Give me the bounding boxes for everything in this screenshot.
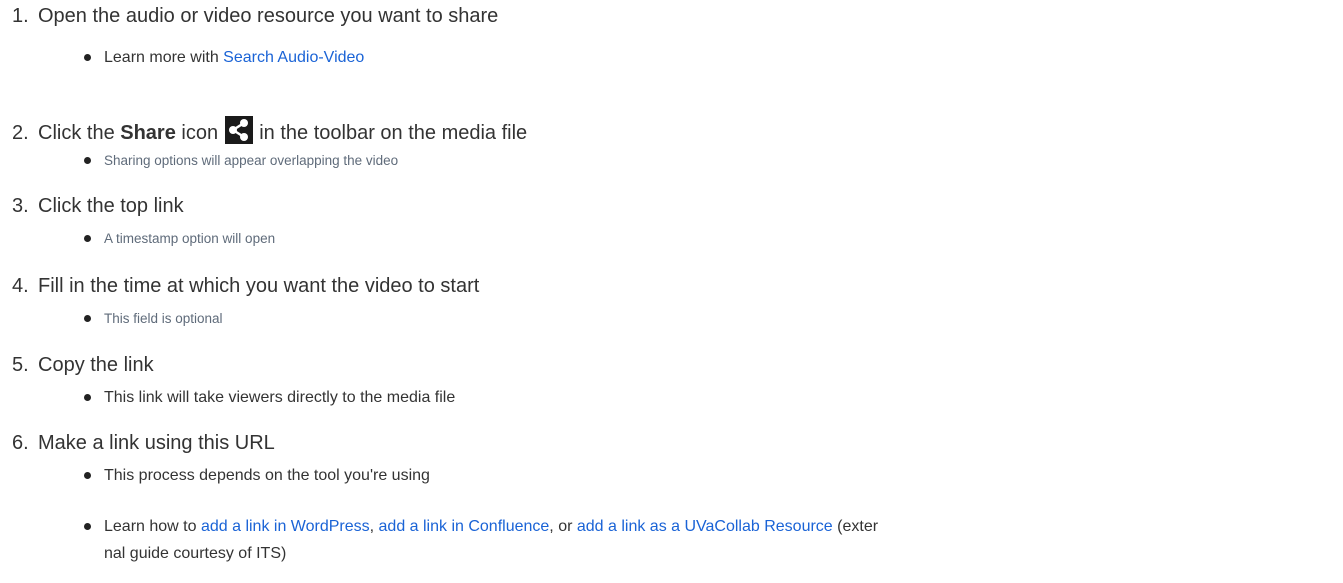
- step-text: Click the top link: [38, 195, 184, 217]
- step-6-bullet-1: This process depends on the tool you're …: [84, 465, 430, 487]
- uvacollab-resource-link[interactable]: add a link as a UVaCollab Resource: [577, 518, 833, 535]
- wordpress-link[interactable]: add a link in WordPress: [201, 518, 370, 535]
- step-5: 5. Copy the link: [12, 353, 154, 377]
- bullet-dot: [84, 315, 91, 322]
- step-text: Make a link using this URL: [38, 432, 275, 454]
- bullet-dot: [84, 394, 91, 401]
- confluence-link[interactable]: add a link in Confluence: [379, 518, 550, 535]
- step-4-bullet-1: This field is optional: [84, 309, 223, 329]
- bullet-text: Sharing options will appear overlapping …: [104, 153, 399, 168]
- step-number: 3.: [12, 195, 29, 217]
- bullet-dot: [84, 472, 91, 479]
- search-audio-video-link[interactable]: Search Audio-Video: [223, 49, 364, 66]
- bullet-text: This link will take viewers directly to …: [104, 389, 456, 406]
- bullet-suffix-text: (exter: [832, 518, 879, 535]
- step-2: 2. Click the Share icon in the toolbar on…: [12, 116, 527, 145]
- step-number: 6.: [12, 432, 29, 454]
- separator-text: , or: [549, 518, 577, 535]
- step-text: icon: [175, 122, 224, 144]
- step-1-bullet-1: Learn more with Search Audio-Video: [84, 47, 364, 69]
- bullet-text: This field is optional: [104, 311, 223, 326]
- share-label: Share: [120, 122, 176, 144]
- step-text: in the toolbar on the media file: [253, 122, 528, 144]
- share-icon: [224, 116, 253, 144]
- step-number: 4.: [12, 275, 29, 297]
- bullet-dot: [84, 523, 91, 530]
- step-2-bullet-1: Sharing options will appear overlapping …: [84, 151, 399, 171]
- step-3-bullet-1: A timestamp option will open: [84, 229, 276, 249]
- bullet-text: A timestamp option will open: [104, 231, 276, 246]
- step-6-bullet-2-continuation: nal guide courtesy of ITS): [104, 543, 286, 565]
- step-text: Click the: [38, 122, 121, 144]
- step-3: 3. Click the top link: [12, 194, 184, 218]
- step-1: 1. Open the audio or video resource you w…: [12, 4, 498, 28]
- bullet-dot: [84, 157, 91, 164]
- step-6-bullet-2: Learn how to add a link in WordPress, ad…: [84, 516, 879, 538]
- bullet-text: Learn more with: [104, 49, 224, 66]
- step-text: Fill in the time at which you want the v…: [38, 275, 480, 297]
- separator-text: ,: [369, 518, 379, 535]
- bullet-suffix-text: nal guide courtesy of ITS): [104, 545, 287, 562]
- step-text: Open the audio or video resource you wan…: [38, 5, 499, 27]
- step-6: 6. Make a link using this URL: [12, 431, 275, 455]
- step-number: 1.: [12, 5, 29, 27]
- step-5-bullet-1: This link will take viewers directly to …: [84, 387, 456, 409]
- step-4: 4. Fill in the time at which you want the…: [12, 274, 479, 298]
- bullet-dot: [84, 235, 91, 242]
- bullet-dot: [84, 54, 91, 61]
- step-number: 5.: [12, 354, 29, 376]
- bullet-text: This process depends on the tool you're …: [104, 467, 430, 484]
- bullet-text: Learn how to: [104, 518, 201, 535]
- step-text: Copy the link: [38, 354, 154, 376]
- step-number: 2.: [12, 122, 29, 144]
